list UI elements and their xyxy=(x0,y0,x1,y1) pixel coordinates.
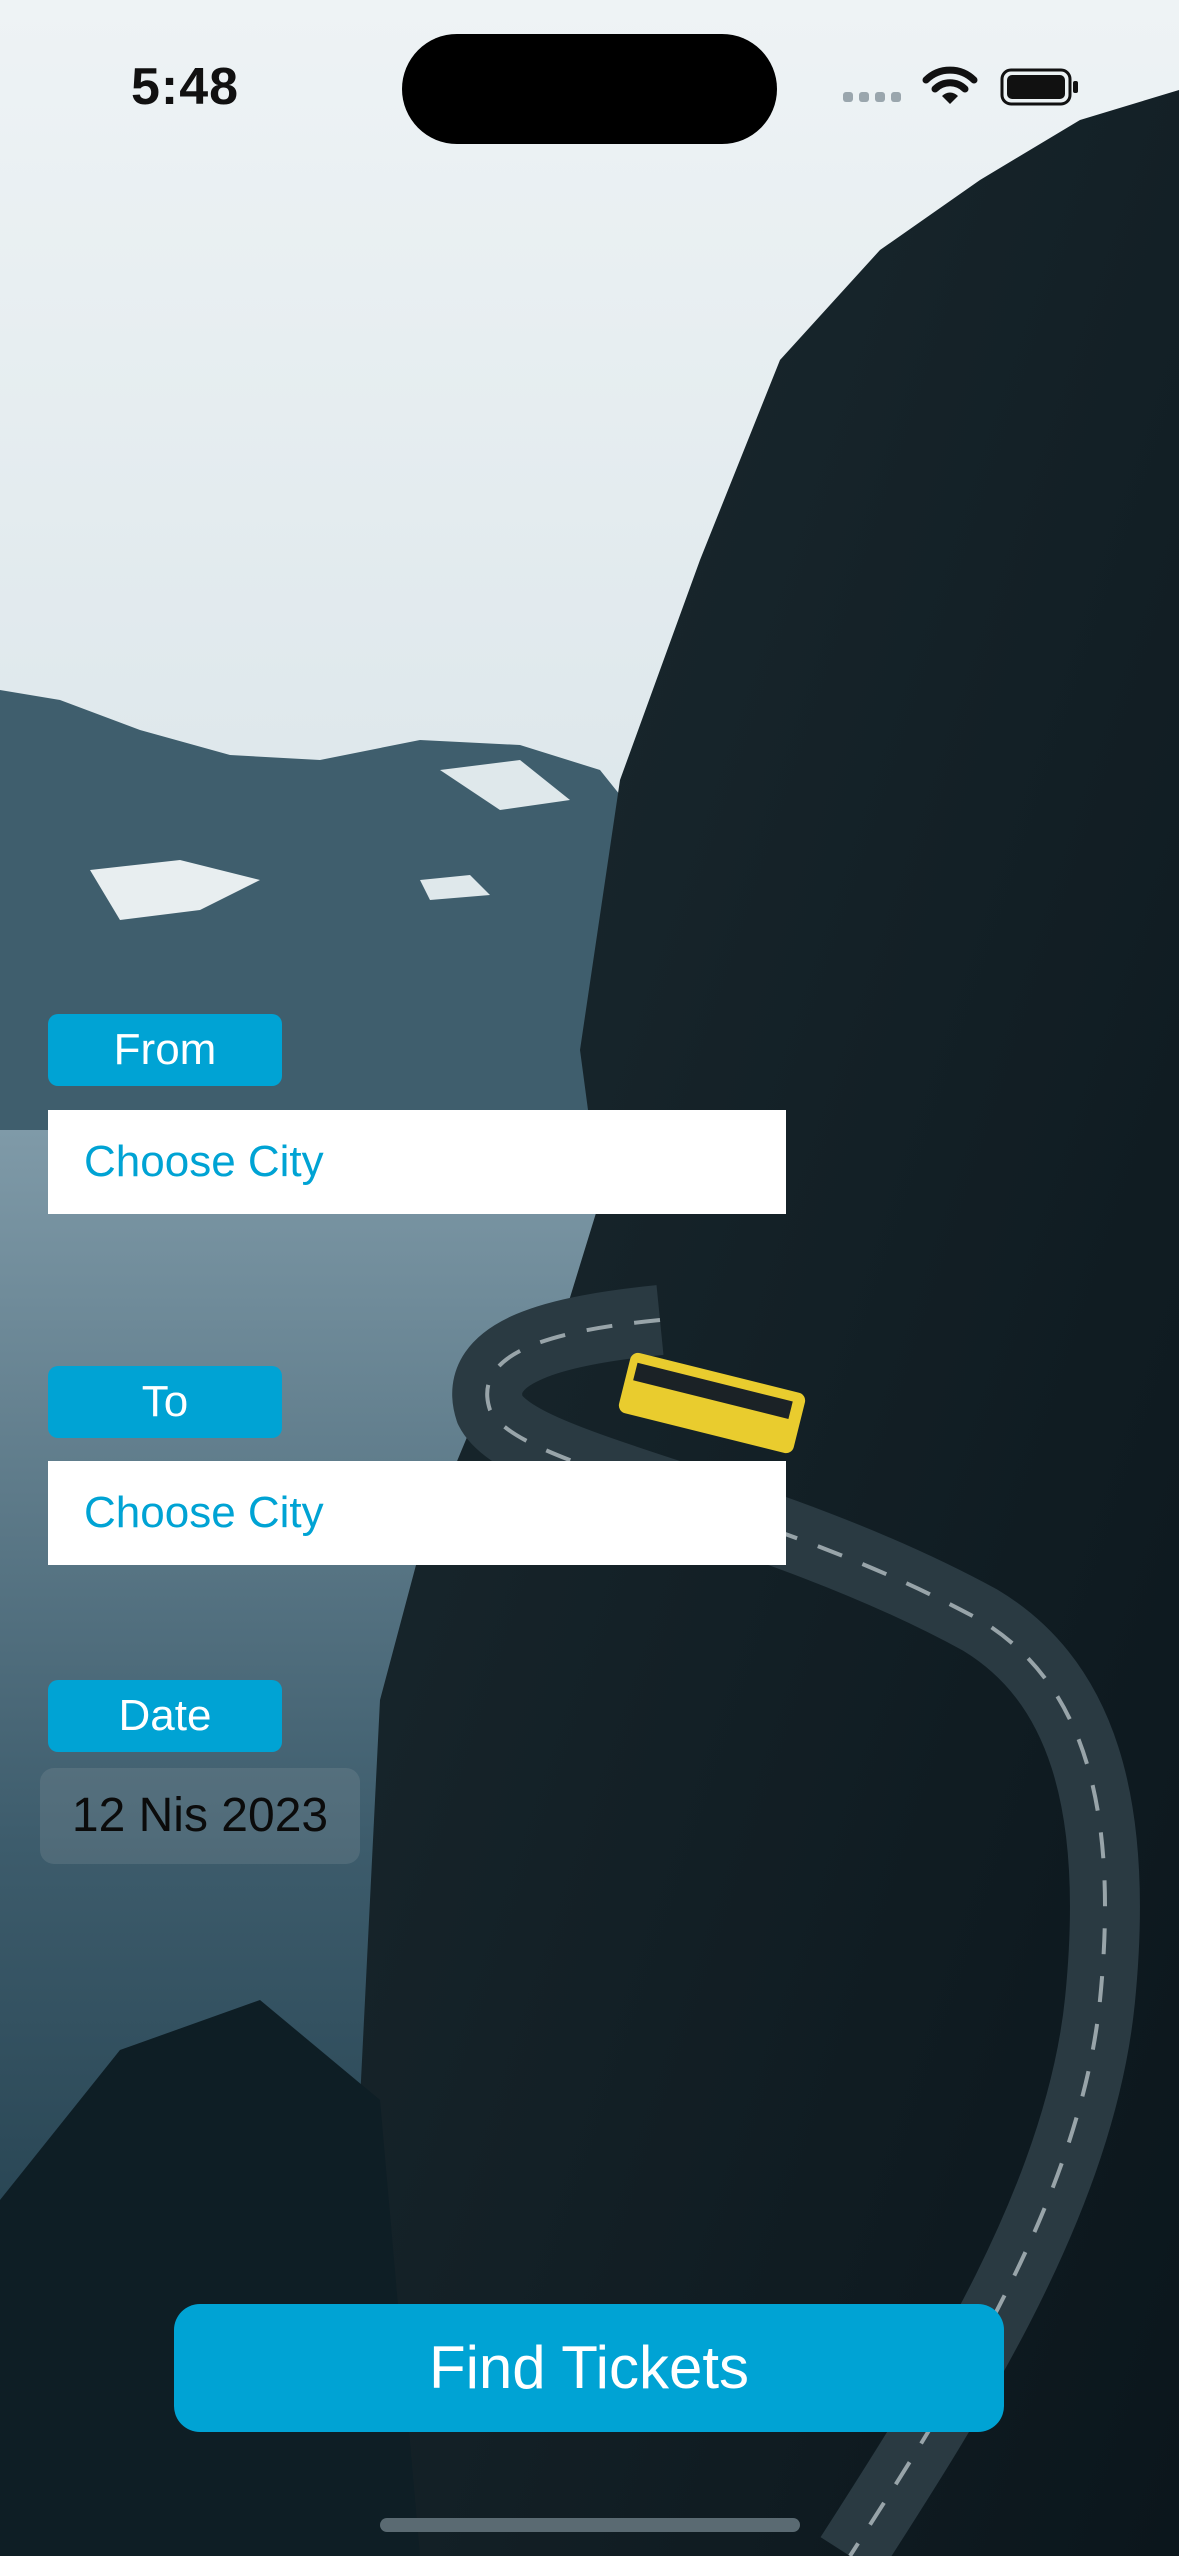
to-city-field[interactable]: Choose City xyxy=(48,1461,786,1565)
battery-icon xyxy=(1000,68,1078,106)
dynamic-island xyxy=(402,34,777,144)
wifi-icon xyxy=(922,66,978,104)
to-label: To xyxy=(48,1366,282,1438)
app-screen: 5:48 From Choose City To Choose City Dat… xyxy=(0,0,1179,2556)
status-time: 5:48 xyxy=(130,58,240,116)
background-landscape-image xyxy=(0,0,1179,2556)
date-label: Date xyxy=(48,1680,282,1752)
date-picker[interactable]: 12 Nis 2023 xyxy=(40,1768,360,1864)
cellular-signal-icon xyxy=(843,92,903,106)
from-label: From xyxy=(48,1014,282,1086)
from-city-field[interactable]: Choose City xyxy=(48,1110,786,1214)
home-indicator xyxy=(380,2518,800,2532)
find-tickets-button[interactable]: Find Tickets xyxy=(174,2304,1004,2432)
